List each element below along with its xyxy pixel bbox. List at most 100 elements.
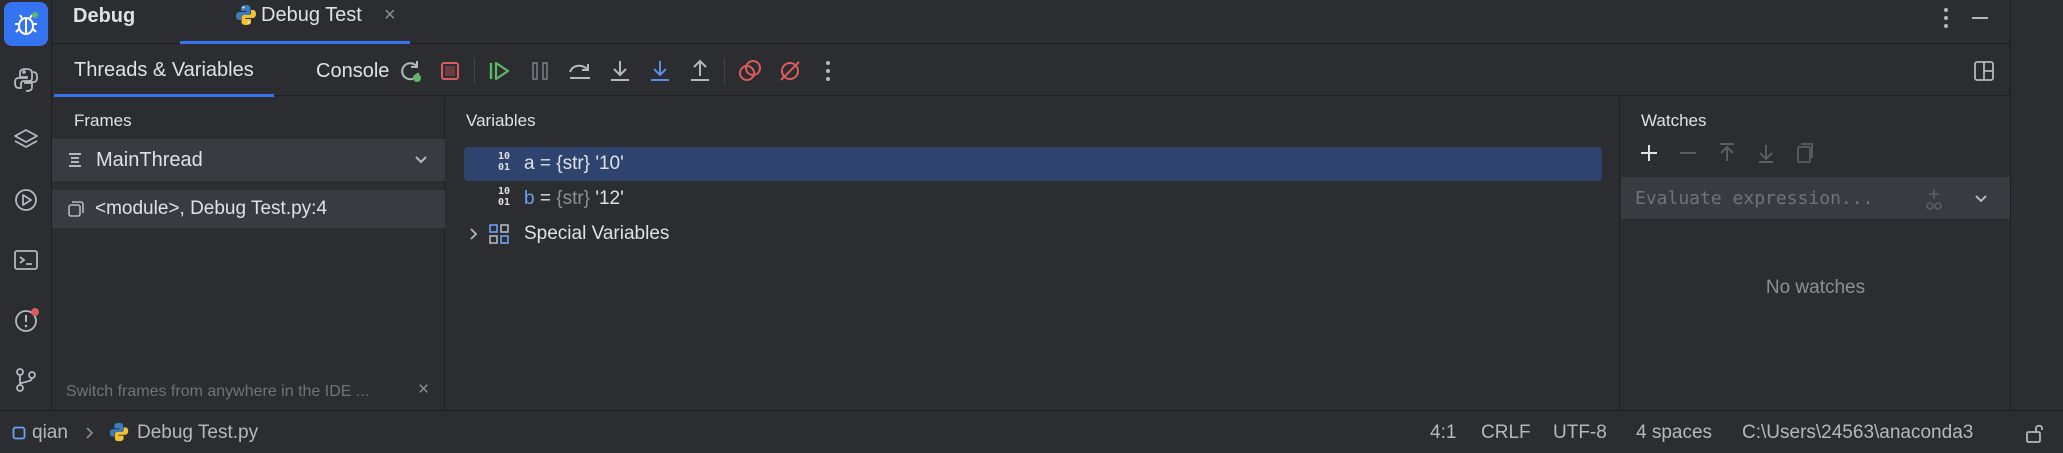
tab-threads-variables[interactable]: Threads & Variables	[54, 46, 274, 97]
step-into-my-code-icon	[651, 61, 669, 81]
add-watch-icon[interactable]	[1637, 141, 1661, 165]
variables-pane: Variables 10 01 a = {str} '10' 10 01 b = {…	[446, 97, 1620, 410]
debug-tool-button[interactable]	[4, 2, 48, 46]
evaluate-expression-input[interactable]	[1621, 177, 1921, 219]
step-into-button[interactable]	[606, 57, 634, 85]
file-encoding[interactable]: UTF-8	[1553, 422, 1607, 444]
variable-type: {str}	[556, 153, 591, 174]
problems-tool-button[interactable]	[4, 298, 48, 342]
file-breadcrumb[interactable]: Debug Test.py	[137, 422, 258, 444]
watches-pane: Watches No watches	[1621, 97, 2010, 410]
toolbar-separator	[724, 58, 725, 84]
breadcrumb-chevron-icon	[86, 427, 94, 439]
variable-text: a = {str} '10'	[524, 153, 624, 175]
minimize-icon[interactable]	[1968, 6, 1992, 30]
step-into-icon	[611, 61, 629, 81]
special-variables-row[interactable]: Special Variables	[464, 217, 1602, 251]
resume-button[interactable]	[486, 57, 514, 85]
rerun-icon	[401, 61, 421, 82]
python-console-tool-button[interactable]	[4, 58, 48, 102]
step-over-button[interactable]	[566, 57, 594, 85]
step-into-my-code-button[interactable]	[646, 57, 674, 85]
primitive-value-icon: 10 01	[498, 186, 511, 208]
session-tab-label: Debug Test	[261, 4, 362, 26]
thread-icon	[69, 153, 81, 167]
chevron-down-icon	[415, 156, 427, 164]
packages-tool-button[interactable]	[4, 118, 48, 162]
frame-label: <module>, Debug Test.py:4	[95, 198, 328, 219]
tab-console[interactable]: Console	[296, 46, 409, 96]
project-breadcrumb[interactable]: qian	[32, 422, 68, 444]
rerun-button[interactable]	[396, 57, 424, 85]
frame-list-item[interactable]: <module>, Debug Test.py:4	[52, 190, 445, 228]
variable-name: b	[524, 188, 535, 209]
chevron-down-icon[interactable]	[1971, 188, 1991, 208]
variable-value: '12'	[590, 188, 624, 209]
python-interpreter[interactable]: C:\Users\24563\anaconda3	[1742, 422, 1973, 444]
terminal-tool-button[interactable]	[4, 238, 48, 282]
toolbar-separator	[474, 58, 475, 84]
mute-breakpoints-icon	[780, 61, 800, 81]
problems-icon	[15, 308, 39, 332]
python-icon	[14, 68, 38, 92]
layout-settings-button[interactable]	[1970, 57, 1998, 85]
variable-equals: =	[534, 153, 557, 174]
session-tab-close-icon[interactable]: ×	[384, 4, 396, 27]
python-file-icon	[109, 422, 129, 442]
chevron-right-icon[interactable]	[464, 225, 482, 243]
indent-setting[interactable]: 4 spaces	[1636, 422, 1712, 444]
pause-icon	[532, 62, 548, 80]
frames-header: Frames	[74, 111, 132, 130]
variable-text: b = {str} '12'	[524, 188, 624, 210]
step-out-button[interactable]	[686, 57, 714, 85]
evaluate-expression-bar	[1621, 177, 2010, 219]
hint-close-icon[interactable]: ×	[418, 379, 429, 401]
move-watch-up-icon[interactable]	[1715, 141, 1739, 165]
session-tab-debug-test[interactable]: Debug Test ×	[180, 0, 410, 44]
more-actions-button[interactable]	[814, 57, 842, 85]
add-to-watches-icon[interactable]	[1921, 186, 1947, 212]
frames-pane: Frames MainThread <module>, Debug Test.p…	[52, 97, 445, 410]
watches-header: Watches	[1641, 111, 1707, 130]
thread-selector[interactable]: MainThread	[52, 139, 445, 181]
move-watch-down-icon[interactable]	[1754, 141, 1778, 165]
line-separator[interactable]: CRLF	[1481, 422, 1531, 444]
read-only-lock-icon[interactable]	[2024, 422, 2046, 444]
no-watches-message: No watches	[1765, 277, 1866, 298]
mute-breakpoints-button[interactable]	[776, 57, 804, 85]
project-icon	[12, 426, 26, 440]
special-variables-icon	[489, 224, 509, 244]
services-tool-button[interactable]	[4, 178, 48, 222]
frame-icon	[68, 201, 84, 217]
stop-icon	[441, 62, 459, 80]
terminal-icon	[14, 250, 38, 270]
breakpoints-icon	[739, 60, 761, 81]
stop-button[interactable]	[436, 57, 464, 85]
copy-watch-icon[interactable]	[1793, 141, 1817, 165]
tool-window-strip	[0, 0, 52, 410]
git-tool-button[interactable]	[4, 358, 48, 402]
step-over-icon	[569, 64, 590, 79]
step-out-icon	[691, 59, 709, 81]
thread-name: MainThread	[96, 148, 203, 171]
right-tool-strip	[2010, 0, 2063, 410]
caret-position[interactable]: 4:1	[1430, 422, 1456, 444]
remove-watch-icon[interactable]	[1676, 141, 1700, 165]
debug-title: Debug	[73, 5, 136, 27]
resume-icon	[489, 61, 510, 81]
variable-value: '10'	[590, 153, 624, 174]
python-file-icon	[236, 5, 256, 25]
frames-hint: Switch frames from anywhere in the IDE .…	[66, 383, 370, 400]
debug-tool-window: Debug Debug Test × Threads & Variables C…	[52, 0, 2010, 410]
special-variables-label: Special Variables	[524, 223, 670, 244]
status-bar: qian Debug Test.py 4:1 CRLF UTF-8 4 spac…	[0, 410, 2063, 453]
pause-button[interactable]	[526, 57, 554, 85]
variable-row-a[interactable]: 10 01 a = {str} '10'	[464, 147, 1602, 181]
variable-row-b[interactable]: 10 01 b = {str} '12'	[464, 182, 1602, 216]
debug-title-bar: Debug Debug Test ×	[52, 0, 2010, 44]
services-icon	[15, 189, 37, 211]
more-options-icon[interactable]	[1936, 6, 1956, 30]
variable-name: a	[524, 153, 535, 174]
watches-toolbar	[1621, 137, 2010, 173]
view-breakpoints-button[interactable]	[736, 57, 764, 85]
